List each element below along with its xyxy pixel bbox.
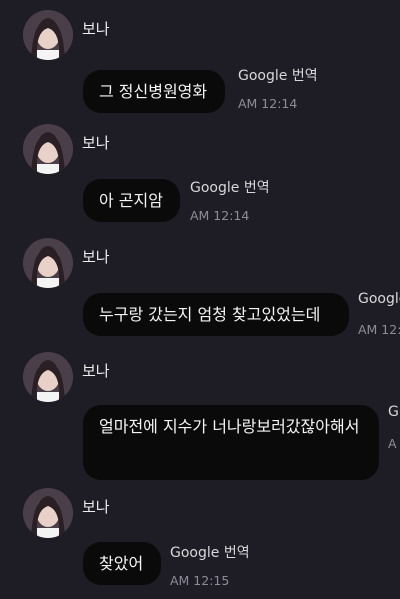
message-text: 아 곤지암 (99, 191, 163, 210)
google-translate-link[interactable]: Google 번역 (238, 65, 318, 85)
message-time: AM 12:14 (190, 208, 250, 223)
avatar-photo-icon (23, 238, 73, 288)
sender-name: 보나 (82, 362, 110, 380)
message-text: 그 정신병원영화 (99, 82, 208, 101)
message-time: AM 12:1 (358, 322, 400, 337)
message-time: AM 12:15 (170, 573, 230, 588)
sender-name: 보나 (82, 498, 110, 516)
message-bubble[interactable]: 아 곤지암 (83, 179, 180, 222)
google-translate-link[interactable]: G (388, 404, 399, 420)
avatar-photo-icon (23, 10, 73, 60)
avatar[interactable] (23, 238, 73, 288)
message-bubble[interactable]: 찾았어 (83, 542, 161, 585)
sender-name: 보나 (82, 248, 110, 266)
avatar-photo-icon (23, 352, 73, 402)
message-bubble[interactable]: 얼마전에 지수가 너나랑보러갔잖아해서 (83, 405, 379, 480)
message-bubble[interactable]: 그 정신병원영화 (83, 70, 225, 113)
message-text: 얼마전에 지수가 너나랑보러갔잖아해서 (99, 417, 360, 436)
google-translate-link[interactable]: Google (358, 291, 400, 307)
message-time: A (388, 436, 397, 451)
message-time: AM 12:14 (238, 96, 298, 111)
avatar[interactable] (23, 124, 73, 174)
chat-log: 보나 그 정신병원영화 Google 번역 AM 12:14 보나 아 곤지암 … (0, 0, 400, 599)
message-text: 누구랑 갔는지 엄청 찾고있었는데 (99, 305, 321, 324)
avatar[interactable] (23, 488, 73, 538)
message-bubble[interactable]: 누구랑 갔는지 엄청 찾고있었는데 (83, 293, 349, 336)
google-translate-link[interactable]: Google 번역 (190, 177, 270, 197)
avatar[interactable] (23, 352, 73, 402)
avatar-photo-icon (23, 488, 73, 538)
google-translate-link[interactable]: Google 번역 (170, 542, 250, 562)
avatar[interactable] (23, 10, 73, 60)
avatar-photo-icon (23, 124, 73, 174)
sender-name: 보나 (82, 134, 110, 152)
message-text: 찾았어 (99, 554, 144, 573)
sender-name: 보나 (82, 20, 110, 38)
